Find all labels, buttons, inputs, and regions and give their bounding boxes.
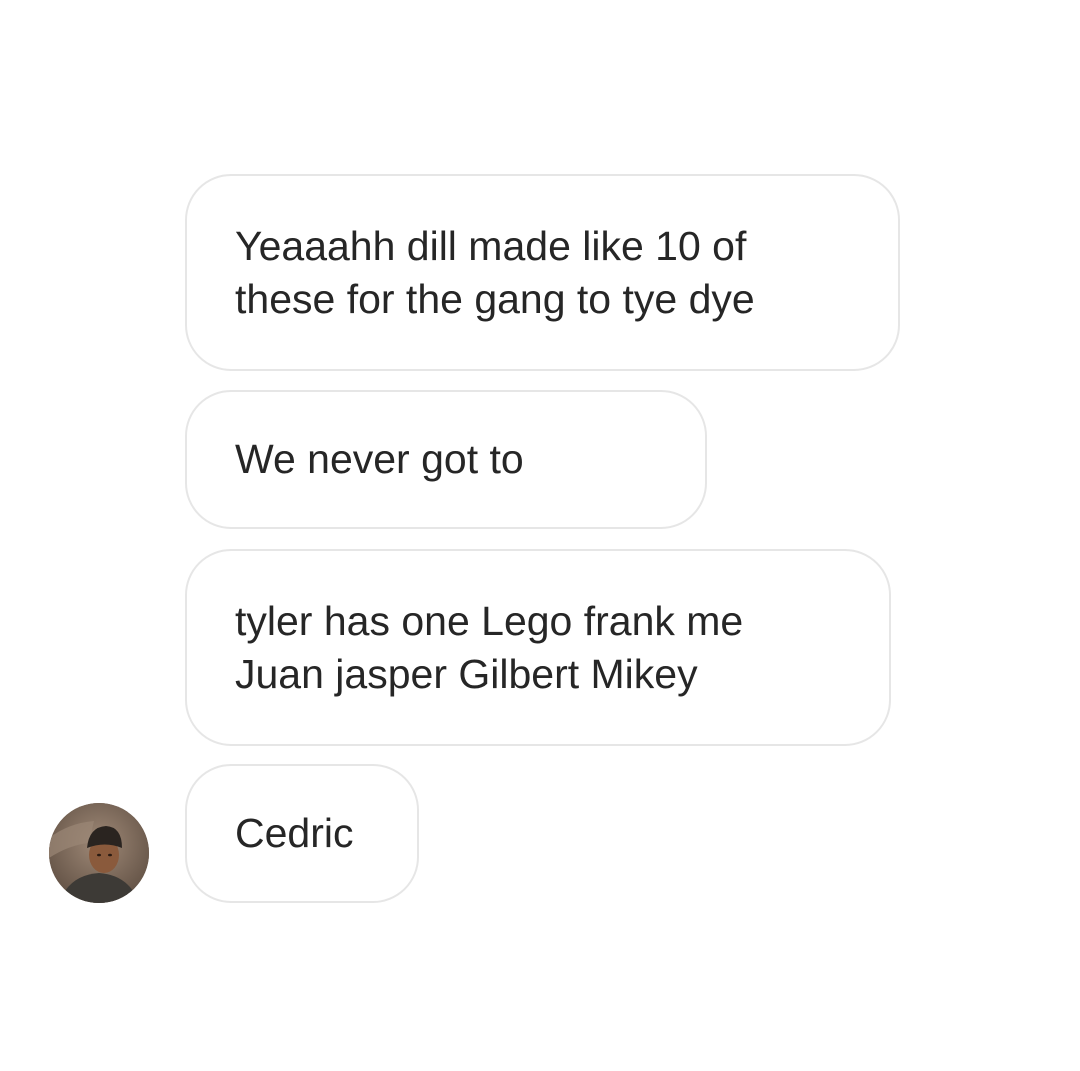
message-text: tyler has one Lego frank me Juan jasper …: [235, 597, 744, 697]
message-thread: Yeaaahh dill made like 10 of these for t…: [0, 0, 1080, 1071]
message-text: We never got to: [235, 436, 524, 482]
message-bubble[interactable]: Yeaaahh dill made like 10 of these for t…: [185, 174, 900, 371]
message-bubble[interactable]: tyler has one Lego frank me Juan jasper …: [185, 549, 891, 746]
message-text: Cedric: [235, 810, 354, 856]
message-bubble[interactable]: Cedric: [185, 764, 419, 903]
profile-photo-icon: [49, 803, 149, 903]
message-bubble[interactable]: We never got to: [185, 390, 707, 529]
message-text: Yeaaahh dill made like 10 of these for t…: [235, 222, 755, 322]
sender-avatar[interactable]: [49, 803, 149, 903]
